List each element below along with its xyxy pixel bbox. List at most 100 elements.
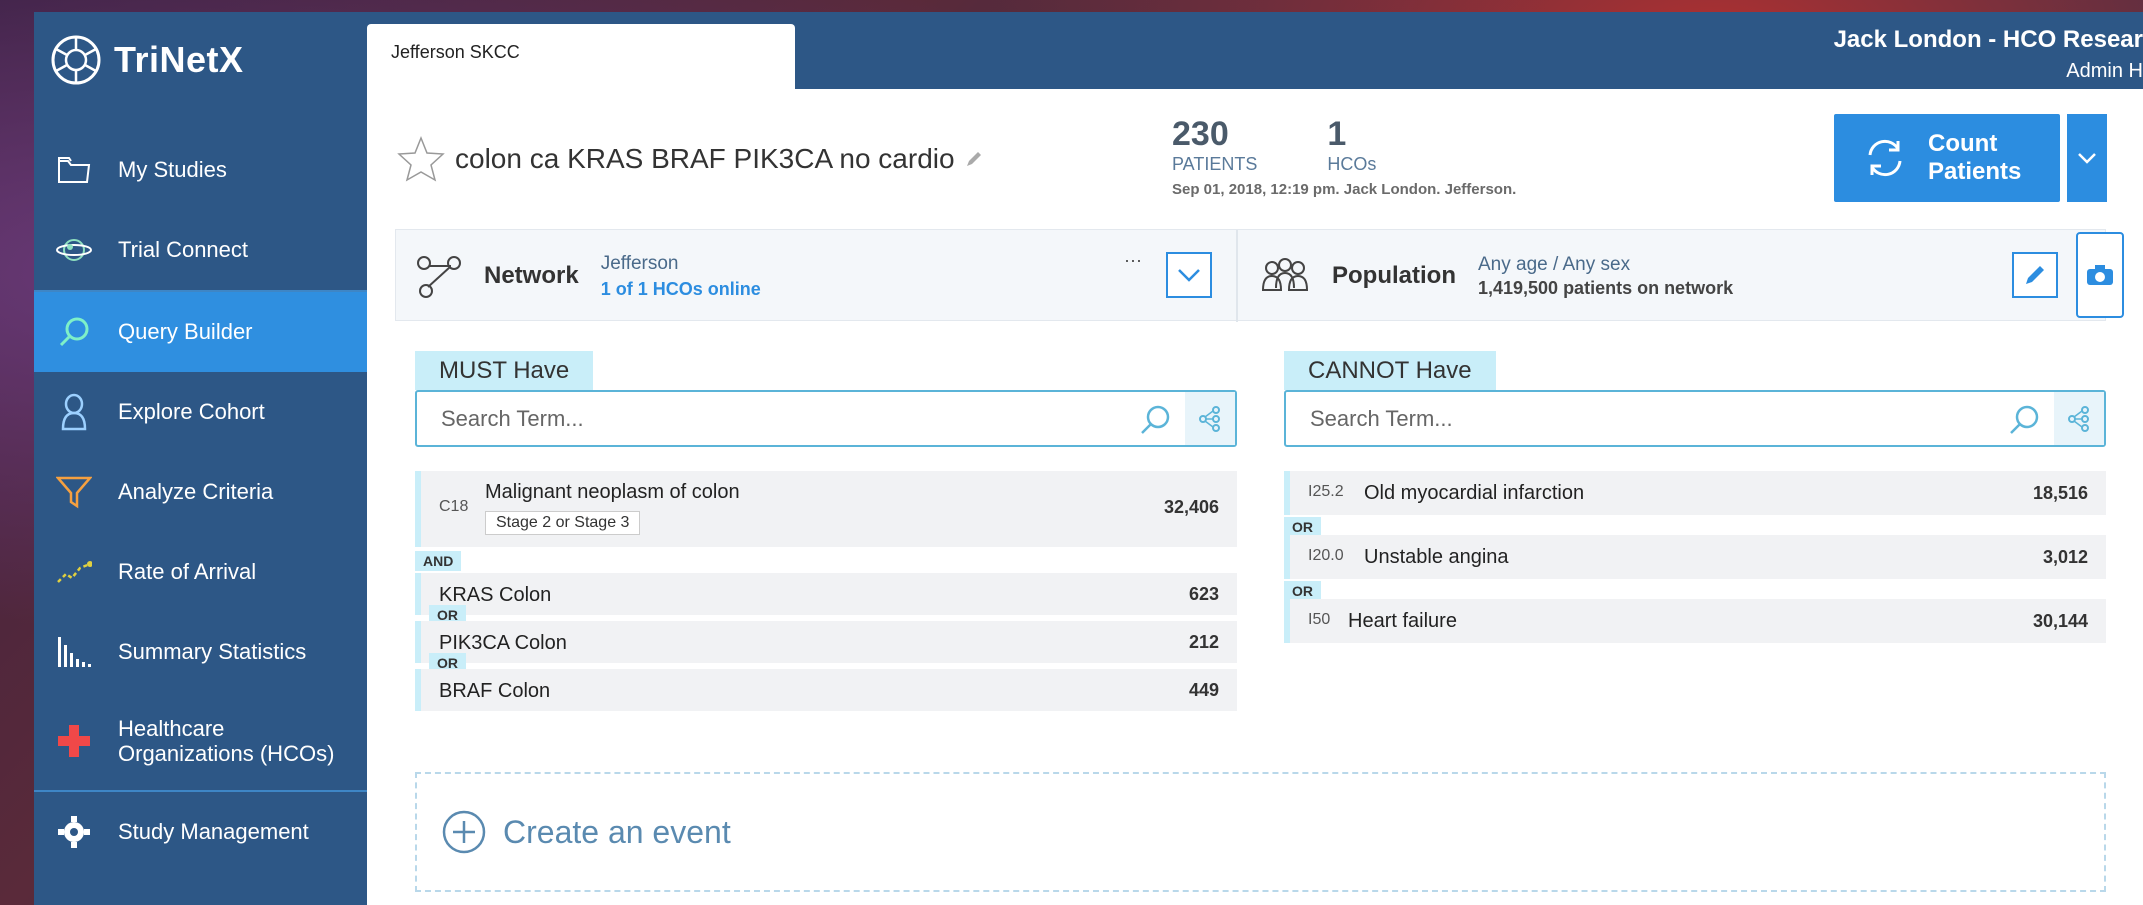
folder-icon [54, 150, 94, 190]
population-edit-button[interactable] [2012, 252, 2058, 298]
cannot-have-column: CANNOT Have I25.2 Old myocardial infarct… [1284, 351, 2106, 643]
count-patients-button[interactable]: Count Patients [1834, 114, 2060, 202]
gear-icon [54, 812, 94, 852]
criterion-count: 449 [1188, 680, 1219, 700]
count-options-dropdown[interactable] [2067, 114, 2107, 202]
or-connector[interactable]: OR [1284, 581, 1321, 601]
or-connector[interactable]: OR [1284, 517, 1321, 537]
plus-icon [54, 721, 94, 761]
must-have-search-input[interactable] [441, 406, 1121, 432]
patients-stat: 230 PATIENTS [1172, 115, 1257, 175]
app-window: TriNetX My Studies Trial Connect Query B… [34, 12, 2143, 905]
sidebar-item-explore-cohort[interactable]: Explore Cohort [34, 372, 367, 452]
user-name[interactable]: Jack London - HCO Resear [1834, 26, 2143, 54]
criterion-code: C18 [439, 498, 469, 515]
hierarchy-browse-button[interactable] [2054, 392, 2104, 445]
patients-count: 230 [1172, 115, 1229, 153]
population-detail: 1,419,500 patients on network [1477, 277, 1734, 298]
filter-icon [54, 472, 94, 512]
criterion-code: I20.0 [1308, 547, 1344, 564]
criterion-name: Heart failure [1348, 610, 1457, 632]
population-title: Population [1332, 262, 1456, 289]
sidebar-item-label: Trial Connect [118, 237, 249, 262]
cannot-have-search [1284, 390, 2106, 447]
network-status[interactable]: 1 of 1 HCOs online [601, 279, 761, 300]
search-icon[interactable] [1139, 404, 1171, 436]
criterion-count: 212 [1188, 632, 1219, 652]
criterion-tag[interactable]: Stage 2 or Stage 3 [485, 511, 641, 535]
search-icon[interactable] [2008, 404, 2040, 436]
network-section: Network Jefferson 1 of 1 HCOs online [416, 230, 761, 322]
person-icon [54, 392, 94, 432]
study-stats: 230 PATIENTS 1 HCOs Sep 01, 2018, 12:19 … [1172, 115, 1516, 198]
and-connector[interactable]: AND [415, 551, 462, 571]
sidebar-item-study-management[interactable]: Study Management [34, 792, 367, 872]
criterion-i20-0[interactable]: I20.0 Unstable angina 3,012 [1284, 535, 2106, 579]
pencil-icon[interactable] [965, 150, 983, 168]
sidebar-item-summary-statistics[interactable]: Summary Statistics [34, 612, 367, 692]
criterion-count: 3,012 [2042, 547, 2088, 567]
bar-chart-icon [54, 632, 94, 672]
criterion-name: BRAF Colon [439, 680, 551, 702]
hierarchy-browse-button[interactable] [1185, 392, 1235, 445]
tab-jefferson-skcc[interactable]: Jefferson SKCC [367, 24, 795, 90]
sidebar-item-rate-of-arrival[interactable]: Rate of Arrival [34, 532, 367, 612]
criterion-braf-colon[interactable]: BRAF Colon 449 [415, 669, 1237, 711]
refresh-icon [1868, 139, 1902, 177]
create-event-label: Create an event [503, 813, 731, 850]
network-more-icon[interactable]: ··· [1124, 250, 1142, 271]
study-title: colon ca KRAS BRAF PIK3CA no cardio [455, 143, 955, 174]
pencil-icon [2026, 266, 2044, 284]
sidebar-nav: My Studies Trial Connect Query Builder E [34, 130, 367, 872]
sidebar-item-analyze-criteria[interactable]: Analyze Criteria [34, 452, 367, 532]
must-have-search [415, 390, 1237, 447]
trend-icon [54, 552, 94, 592]
top-bar: Jefferson SKCC Jack London - HCO Resear … [367, 12, 2143, 90]
criterion-c18[interactable]: C18 Malignant neoplasm of colon Stage 2 … [415, 471, 1237, 547]
criterion-kras-colon[interactable]: KRAS Colon 623 [415, 573, 1237, 615]
cannot-have-search-input[interactable] [1310, 406, 1990, 432]
sidebar-item-label: Analyze Criteria [118, 479, 274, 504]
create-event-area[interactable]: Create an event [415, 772, 2106, 892]
network-expand-button[interactable] [1166, 252, 1212, 298]
must-have-column: MUST Have C18 Malignant neoplasm of colo… [415, 351, 1237, 711]
sidebar-item-label: Explore Cohort [118, 399, 265, 424]
globe-icon [54, 230, 94, 270]
criterion-name: Unstable angina [1364, 546, 1509, 568]
user-links[interactable]: Admin H [1834, 60, 2143, 83]
logo[interactable]: TriNetX [50, 32, 244, 88]
search-icon [54, 312, 94, 352]
camera-icon [2087, 265, 2113, 285]
criterion-i25-2[interactable]: I25.2 Old myocardial infarction 18,516 [1284, 471, 2106, 515]
brand-name: TriNetX [114, 39, 244, 80]
sidebar-item-my-studies[interactable]: My Studies [34, 130, 367, 210]
network-title: Network [484, 262, 579, 289]
hcos-stat: 1 HCOs [1327, 115, 1376, 175]
sidebar-item-label: Summary Statistics [118, 639, 307, 664]
criterion-pik3ca-colon[interactable]: PIK3CA Colon 212 [415, 621, 1237, 663]
sidebar-item-label: My Studies [118, 157, 227, 182]
criterion-i50[interactable]: I50 Heart failure 30,144 [1284, 599, 2106, 643]
sidebar-item-label: Query Builder [118, 319, 253, 344]
criterion-name: Old myocardial infarction [1364, 482, 1585, 504]
must-have-label: MUST Have [415, 351, 594, 390]
snapshot-button[interactable] [2076, 232, 2124, 318]
network-value: Jefferson [600, 252, 679, 274]
population-icon [1261, 258, 1309, 291]
criterion-count: 30,144 [2032, 611, 2088, 631]
sidebar: TriNetX My Studies Trial Connect Query B… [34, 12, 367, 905]
section-divider [1236, 230, 1238, 322]
study-title-row: colon ca KRAS BRAF PIK3CA no cardio [397, 135, 983, 183]
sidebar-item-trial-connect[interactable]: Trial Connect [34, 210, 367, 290]
population-section: Population Any age / Any sex 1,419,500 p… [1260, 230, 1733, 322]
criterion-count: 623 [1188, 584, 1219, 604]
main-content: colon ca KRAS BRAF PIK3CA no cardio 230 … [367, 89, 2143, 905]
criterion-name: PIK3CA Colon [439, 632, 567, 654]
chevron-down-icon [2078, 153, 2096, 164]
sidebar-item-query-builder[interactable]: Query Builder [34, 292, 367, 372]
criterion-name: KRAS Colon [439, 584, 552, 606]
sidebar-item-healthcare-organizations[interactable]: Healthcare Organizations (HCOs) [34, 692, 367, 790]
chevron-down-icon [1178, 269, 1200, 282]
user-menu[interactable]: Jack London - HCO Resear Admin H [1834, 26, 2143, 83]
star-icon[interactable] [397, 135, 445, 183]
